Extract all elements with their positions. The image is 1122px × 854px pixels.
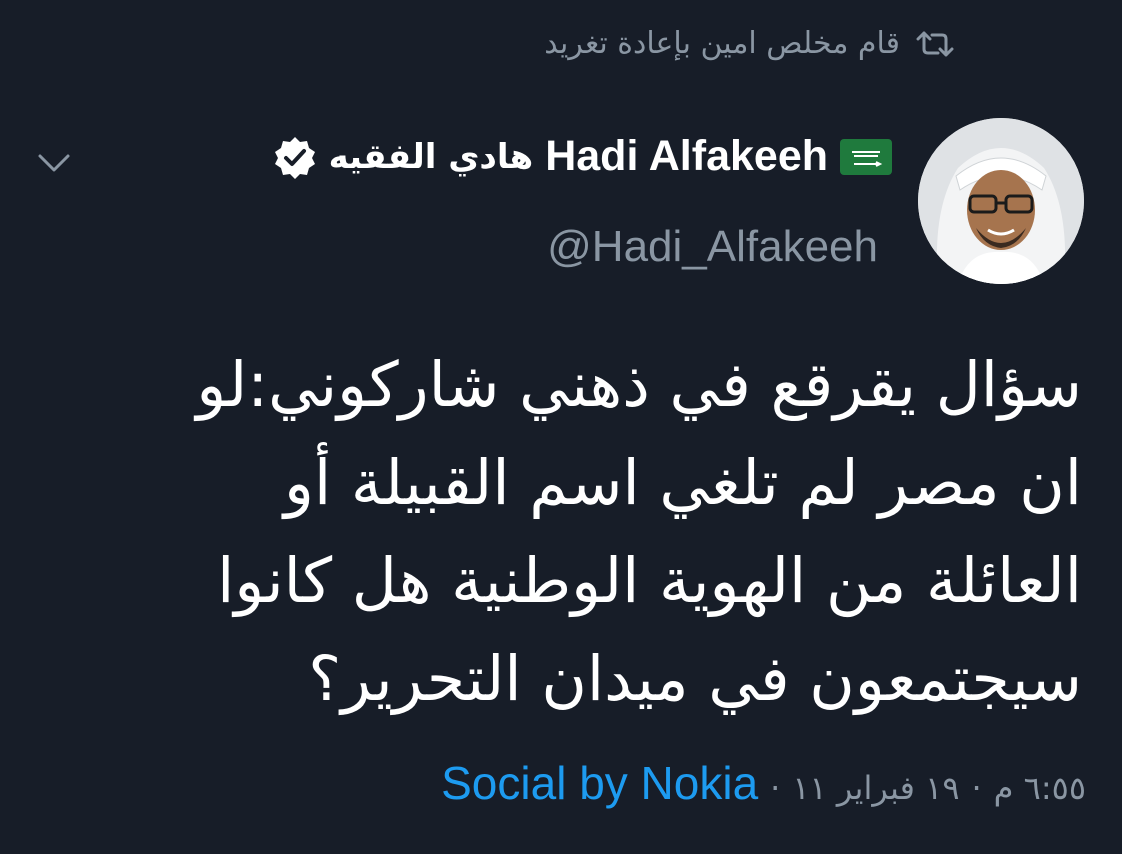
chevron-down-icon[interactable] <box>34 148 74 176</box>
retweet-indicator[interactable]: قام مخلص امين بإعادة تغريد <box>544 26 954 61</box>
tweet-time[interactable]: ٦:٥٥ م <box>994 769 1086 807</box>
saudi-flag-icon <box>840 138 892 175</box>
author-name-row[interactable]: Hadi Alfakeeh هادي الفقيه <box>273 132 892 181</box>
author-name-arabic: هادي الفقيه <box>328 136 534 177</box>
author-name-latin: Hadi Alfakeeh <box>545 132 828 180</box>
retweet-icon <box>916 31 954 56</box>
meta-separator: · <box>770 769 781 807</box>
avatar-image <box>918 118 1084 284</box>
tweet-text: سؤال يقرقع في ذهني شاركوني:لو ان مصر لم … <box>196 348 1082 715</box>
verified-badge-icon <box>274 136 315 179</box>
tweet-date[interactable]: ١٩ فبراير ١١ <box>792 769 959 807</box>
avatar[interactable] <box>918 118 1084 284</box>
meta-separator: · <box>971 769 982 807</box>
author-handle[interactable]: @Hadi_Alfakeeh <box>547 222 878 272</box>
tweet-source-link[interactable]: Social by Nokia <box>441 756 758 810</box>
retweet-text: قام مخلص امين بإعادة تغريد <box>544 26 900 61</box>
tweet-meta: ٦:٥٥ م · ١٩ فبراير ١١ · Social by Nokia <box>441 756 1086 810</box>
tweet-card: قام مخلص امين بإعادة تغريد Hadi Alfakeeh… <box>0 0 1122 854</box>
